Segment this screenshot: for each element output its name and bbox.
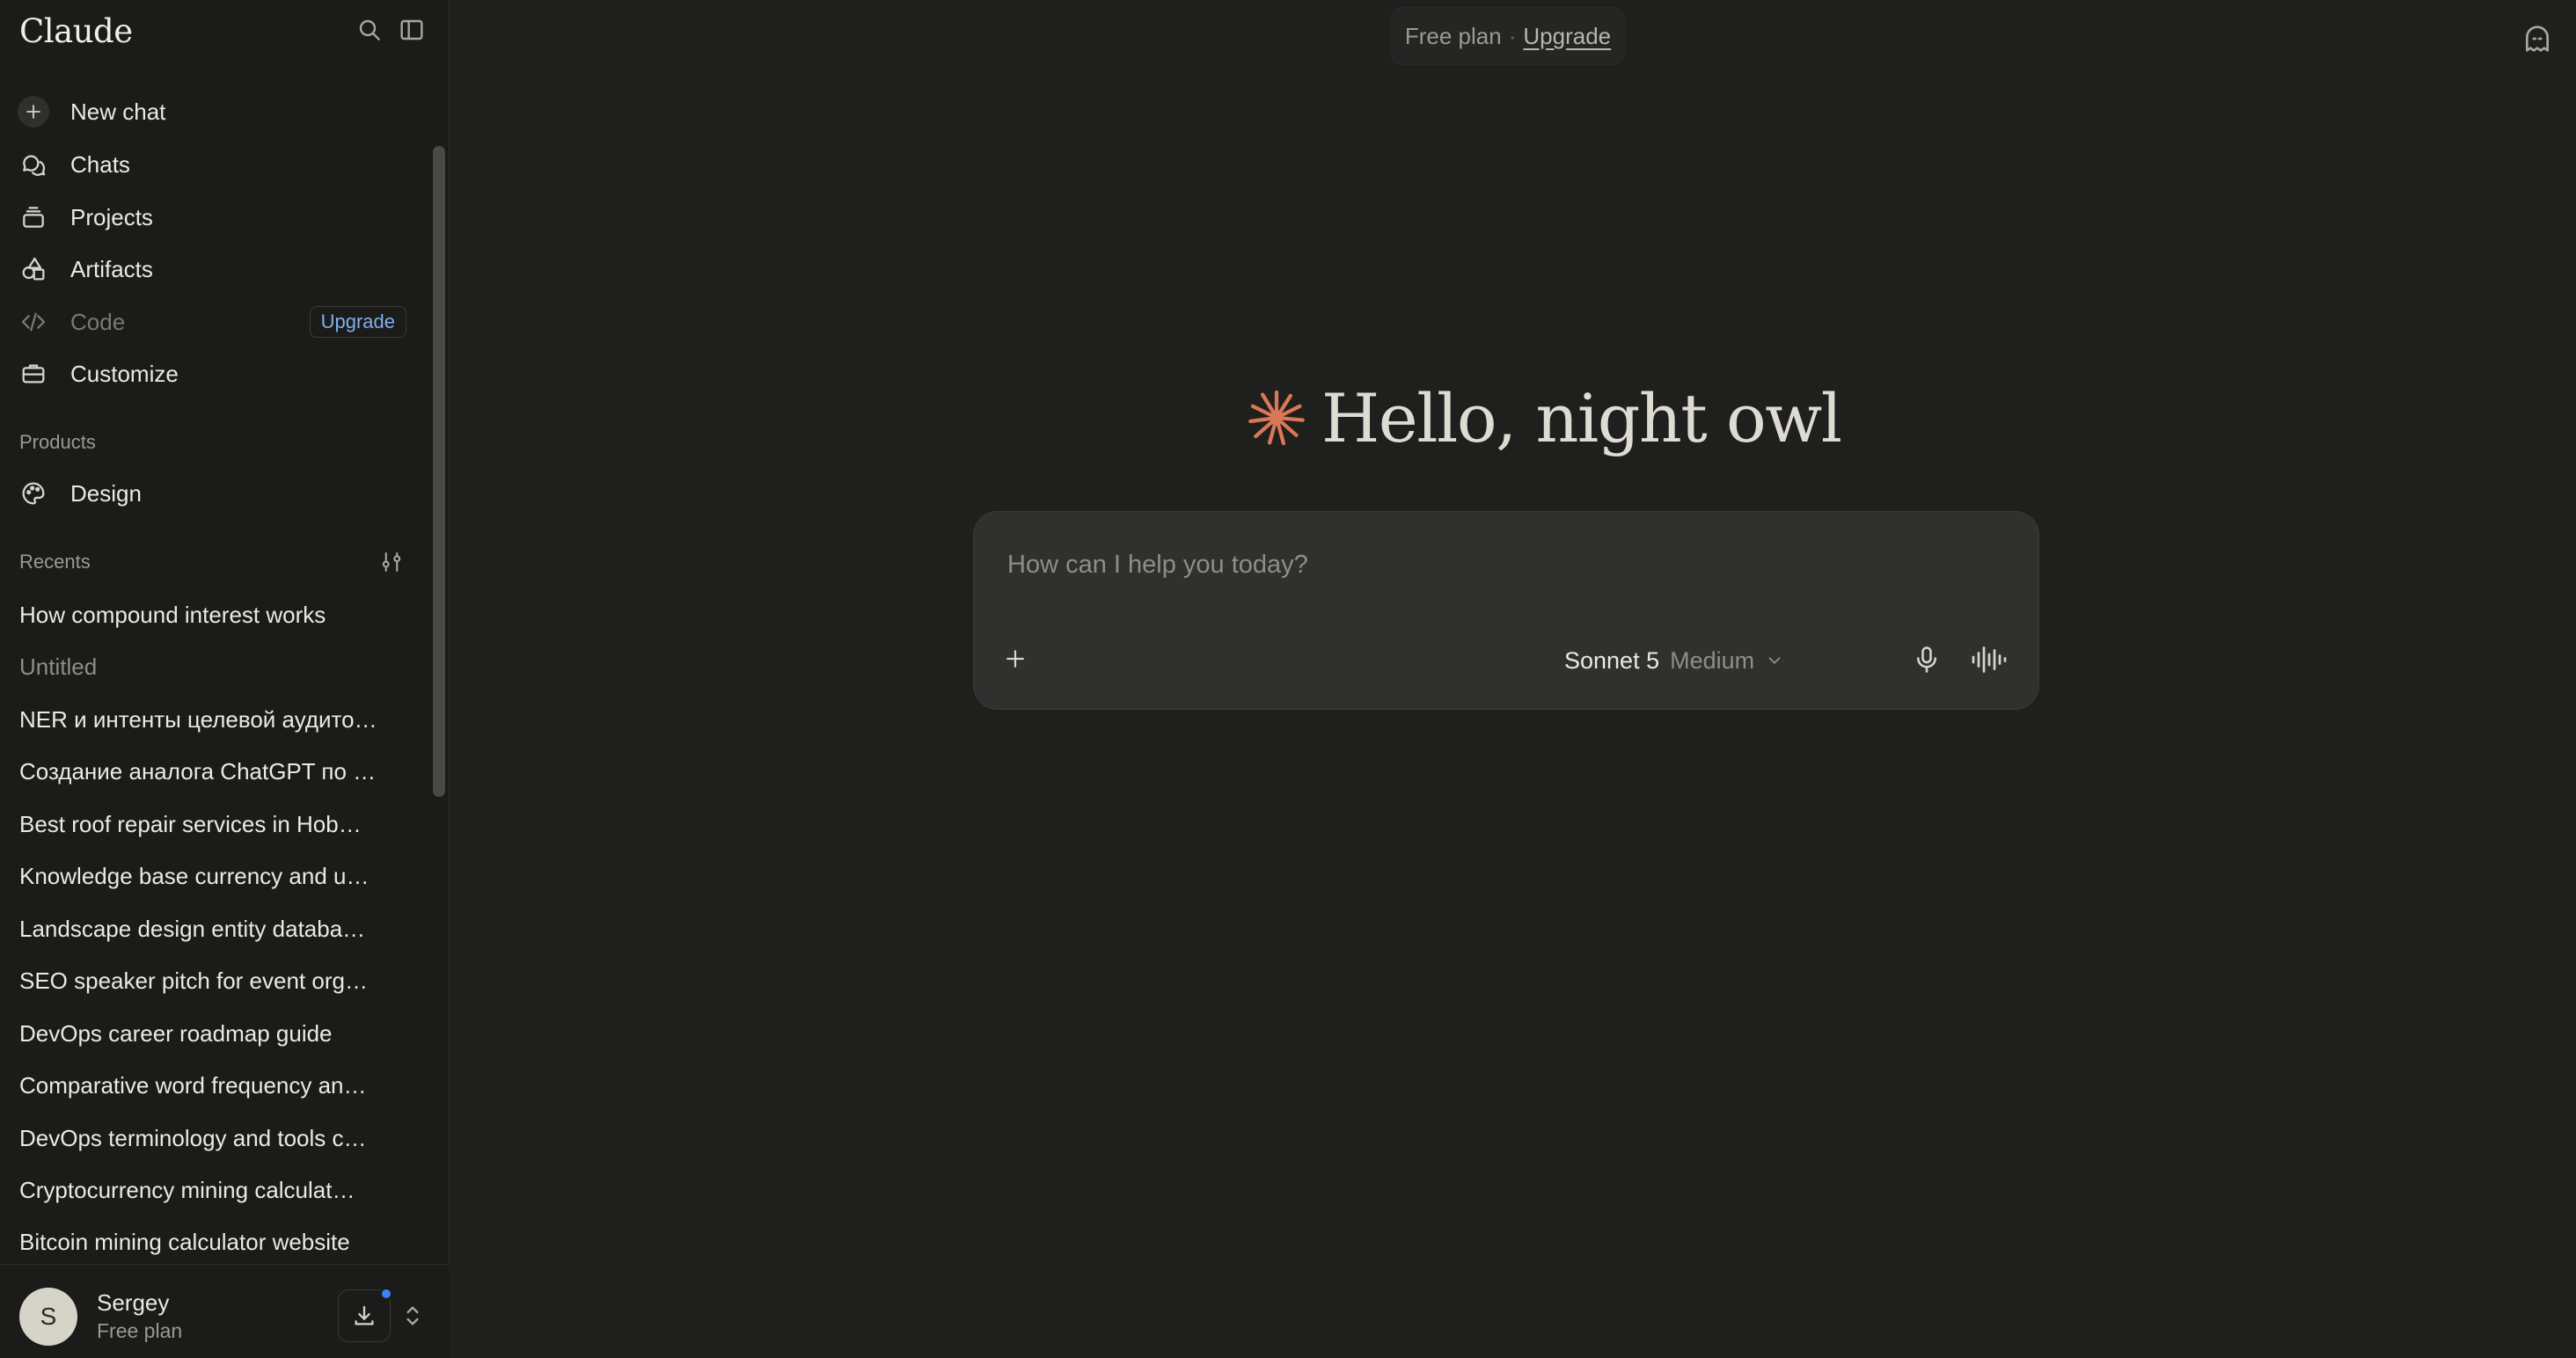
plan-banner: Free plan · Upgrade (1390, 7, 1626, 65)
recent-chat-item[interactable]: Cryptocurrency mining calculat… (11, 1166, 391, 1214)
recent-chat-title: Bitcoin mining calculator website (19, 1229, 350, 1255)
recent-chat-title: NER и интенты целевой аудито… (19, 706, 377, 733)
sidebar-item-label: Artifacts (70, 255, 153, 282)
claude-spark-icon (1248, 390, 1305, 446)
upgrade-link[interactable]: Upgrade (1523, 23, 1611, 50)
recent-chat-title: Best roof repair services in Hob… (19, 811, 362, 837)
sidebar-header: Claude (0, 0, 450, 70)
recent-chat-title: Knowledge base currency and u… (19, 863, 370, 889)
recents-section-label: Recents (19, 551, 91, 573)
recent-chat-item[interactable]: Создание аналога ChatGPT по … (11, 748, 391, 795)
sidebar-item-label: Design (70, 479, 142, 507)
avatar: S (19, 1288, 77, 1346)
sidebar-item-label: Code (70, 308, 126, 335)
palette-icon (18, 478, 49, 509)
voice-mode-icon[interactable] (1971, 643, 2008, 676)
recent-chat-title: DevOps career roadmap guide (19, 1020, 333, 1047)
new-chat-button[interactable]: New chat (11, 88, 417, 135)
chevron-down-icon (1768, 657, 1781, 664)
recent-chat-item[interactable]: NER и интенты целевой аудито… (11, 696, 391, 743)
recent-chat-title: Comparative word frequency an… (19, 1072, 367, 1099)
chevron-up-down-icon[interactable] (403, 1302, 422, 1330)
user-plan: Free plan (97, 1319, 183, 1342)
sidebar-item-label: Customize (70, 360, 179, 387)
chat-composer (973, 511, 2039, 710)
sidebar-item-code[interactable]: Code Upgrade (11, 298, 417, 346)
recent-chat-item[interactable]: Untitled (11, 643, 391, 690)
notification-dot (380, 1288, 392, 1300)
microphone-icon[interactable] (1911, 643, 1943, 676)
sidebar-item-design[interactable]: Design (11, 470, 417, 517)
model-effort: Medium (1670, 646, 1755, 674)
sidebar: Claude New chat Chats Projects Artifacts (0, 0, 450, 1358)
recent-chat-title: Untitled (19, 653, 98, 680)
new-chat-label: New chat (70, 98, 166, 125)
model-selector[interactable]: Sonnet 5 Medium (1564, 636, 1784, 685)
sidebar-item-chats[interactable]: Chats (11, 141, 417, 188)
greeting: Hello, night owl (1248, 369, 1842, 466)
recent-chat-title: Создание аналога ChatGPT по … (19, 758, 377, 785)
message-input[interactable] (1006, 544, 1973, 586)
recent-chat-title: DevOps terminology and tools c… (19, 1125, 367, 1151)
sidebar-toggle-icon[interactable] (398, 16, 426, 44)
recent-chat-item[interactable]: How compound interest works (11, 591, 391, 639)
incognito-ghost-icon[interactable] (2520, 21, 2555, 56)
sidebar-item-customize[interactable]: Customize (11, 350, 417, 398)
claude-logo[interactable]: Claude (19, 12, 133, 50)
recent-chat-title: Landscape design entity databa… (19, 916, 366, 942)
recent-chat-item[interactable]: SEO speaker pitch for event org… (11, 957, 391, 1004)
recent-chat-title: SEO speaker pitch for event org… (19, 967, 368, 994)
recent-chat-item[interactable]: Best roof repair services in Hob… (11, 800, 391, 848)
artifacts-icon (18, 253, 49, 285)
projects-icon (18, 201, 49, 233)
recent-chat-item[interactable]: Landscape design entity databa… (11, 905, 391, 953)
recent-chat-title: Cryptocurrency mining calculat… (19, 1177, 355, 1203)
recent-chat-item[interactable]: Comparative word frequency an… (11, 1062, 391, 1109)
recent-chat-item[interactable]: DevOps career roadmap guide (11, 1010, 391, 1057)
recent-chat-title: How compound interest works (19, 602, 326, 628)
recent-chat-item[interactable]: Knowledge base currency and u… (11, 852, 391, 900)
code-upgrade-badge[interactable]: Upgrade (309, 306, 406, 338)
sidebar-scrollbar[interactable] (433, 146, 445, 797)
recents-filter-icon[interactable] (378, 549, 405, 575)
sidebar-item-projects[interactable]: Projects (11, 193, 417, 241)
user-menu[interactable]: S Sergey Free plan (0, 1264, 450, 1358)
plan-label: Free plan (1404, 22, 1502, 49)
plan-separator: · (1508, 22, 1517, 49)
download-icon (351, 1303, 377, 1329)
products-section-label: Products (19, 431, 96, 453)
code-icon (18, 306, 49, 338)
search-icon[interactable] (355, 16, 384, 44)
plus-icon (1002, 646, 1028, 672)
sidebar-item-label: Chats (70, 150, 130, 178)
plus-icon (18, 96, 49, 128)
greeting-text: Hello, night owl (1321, 378, 1842, 457)
model-name: Sonnet 5 (1564, 646, 1660, 674)
sidebar-item-label: Projects (70, 203, 153, 230)
customize-icon (18, 358, 49, 390)
user-name: Sergey (97, 1289, 170, 1316)
recent-chat-item[interactable]: DevOps terminology and tools c… (11, 1114, 391, 1162)
sidebar-item-artifacts[interactable]: Artifacts (11, 245, 417, 293)
add-attachment-button[interactable] (993, 637, 1037, 681)
chats-icon (18, 149, 49, 180)
recent-chat-item[interactable]: Bitcoin mining calculator website (11, 1218, 391, 1266)
